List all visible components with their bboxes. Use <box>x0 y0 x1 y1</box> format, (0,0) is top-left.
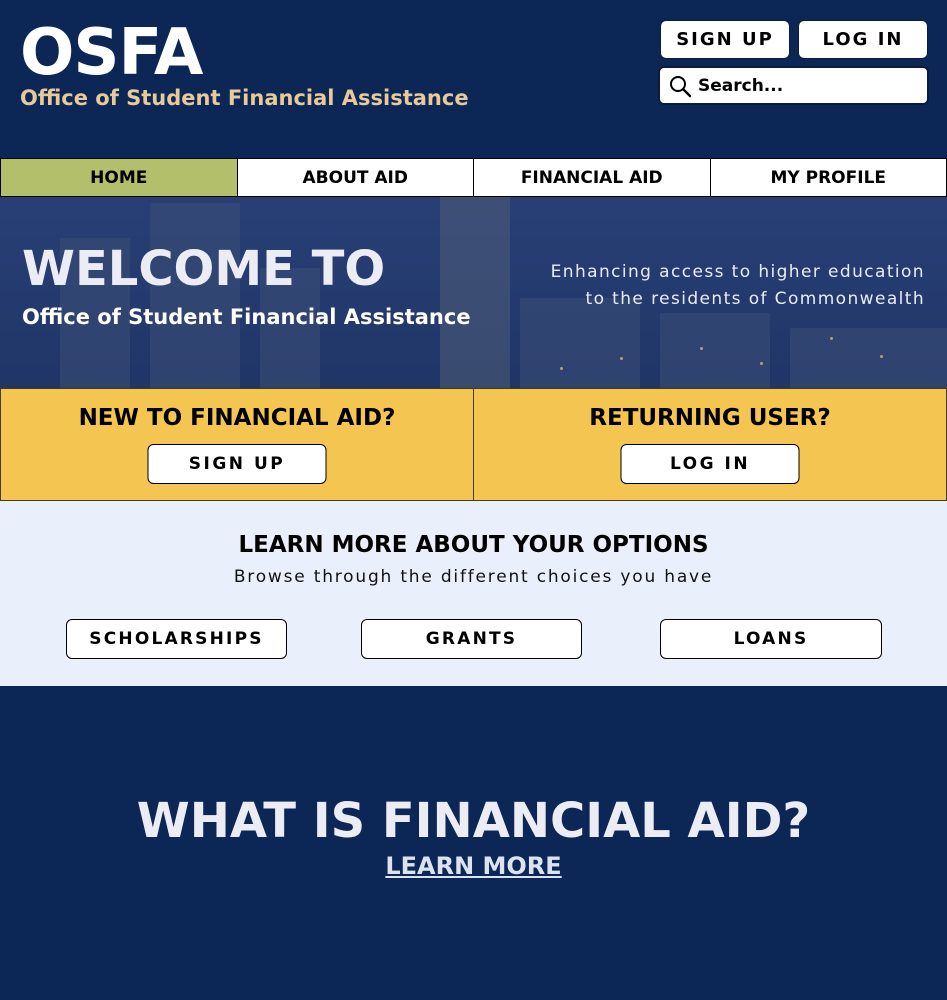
login-button[interactable]: LOG IN <box>620 444 800 484</box>
loans-button[interactable]: LOANS <box>660 619 882 659</box>
header-signup-button[interactable]: SIGN UP <box>660 20 790 59</box>
learn-more-link[interactable]: LEARN MORE <box>0 852 947 880</box>
city-light <box>880 355 883 358</box>
search-icon <box>670 75 692 97</box>
search-box[interactable] <box>658 66 929 105</box>
skyline-building <box>660 313 770 388</box>
hero-tagline: Enhancing access to higher education to … <box>485 259 925 313</box>
hero-title: WELCOME TO <box>22 241 386 297</box>
nav-financial-aid[interactable]: FINANCIAL AID <box>474 159 711 196</box>
signup-button[interactable]: SIGN UP <box>147 444 327 484</box>
what-is-aid-title: WHAT IS FINANCIAL AID? <box>136 793 811 849</box>
city-light <box>830 337 833 340</box>
skyline-building <box>790 328 947 388</box>
main-nav: HOME ABOUT AID FINANCIAL AID MY PROFILE <box>0 158 947 197</box>
hero-banner: WELCOME TO Office of Student Financial A… <box>0 197 947 388</box>
returning-user-title: RETURNING USER? <box>589 405 831 431</box>
new-user-title: NEW TO FINANCIAL AID? <box>78 405 396 431</box>
learn-options-section: LEARN MORE ABOUT YOUR OPTIONS Browse thr… <box>0 501 947 686</box>
city-light <box>620 357 623 360</box>
scholarships-button[interactable]: SCHOLARSHIPS <box>66 619 287 659</box>
cta-section: NEW TO FINANCIAL AID? SIGN UP RETURNING … <box>0 388 947 501</box>
site-logo[interactable]: OSFA <box>20 18 203 88</box>
hero-tagline-line1: Enhancing access to higher education <box>550 262 925 282</box>
site-subtitle: Office of Student Financial Assistance <box>20 86 469 110</box>
hero-subtitle: Office of Student Financial Assistance <box>22 305 471 329</box>
grants-button[interactable]: GRANTS <box>361 619 582 659</box>
new-user-panel: NEW TO FINANCIAL AID? SIGN UP <box>0 388 474 501</box>
learn-title: LEARN MORE ABOUT YOUR OPTIONS <box>238 532 709 558</box>
city-light <box>700 347 703 350</box>
nav-about-aid[interactable]: ABOUT AID <box>237 159 474 196</box>
hero-tagline-line2: to the residents of Commonwealth <box>585 289 925 309</box>
nav-home[interactable]: HOME <box>0 159 238 196</box>
search-input[interactable] <box>698 75 918 96</box>
learn-subtitle: Browse through the different choices you… <box>233 567 714 587</box>
header-login-button[interactable]: LOG IN <box>798 20 928 59</box>
site-header: OSFA Office of Student Financial Assista… <box>0 0 947 158</box>
returning-user-panel: RETURNING USER? LOG IN <box>474 388 947 501</box>
city-light <box>760 362 763 365</box>
what-is-aid-section: WHAT IS FINANCIAL AID? LEARN MORE <box>0 686 947 1000</box>
nav-my-profile[interactable]: MY PROFILE <box>710 159 947 196</box>
city-light <box>560 367 563 370</box>
